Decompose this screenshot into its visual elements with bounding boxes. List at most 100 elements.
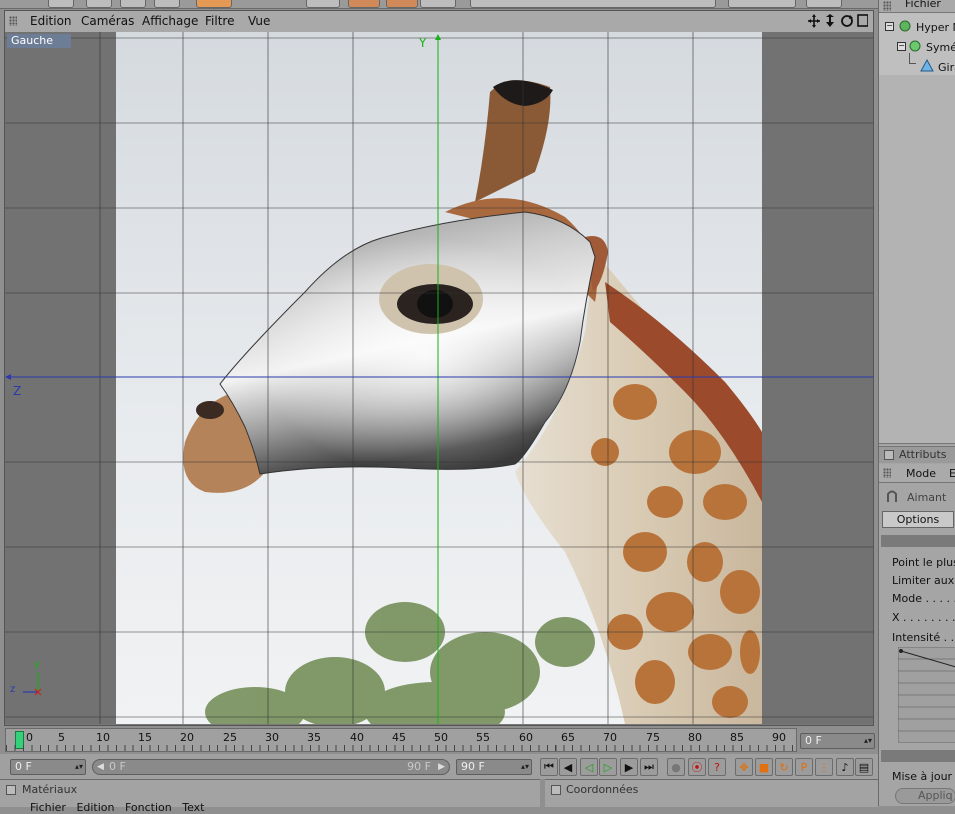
scale-key-icon[interactable]: ■ — [755, 758, 773, 776]
play-backward-icon[interactable]: ◁ — [580, 758, 598, 776]
menu-vue[interactable]: Vue — [248, 14, 270, 28]
apply-button-label: Appliq — [918, 789, 953, 802]
end-frame-value: 90 F — [461, 760, 485, 773]
object-manager-menubar: Fichier — [879, 0, 955, 13]
viewport-camera-label[interactable]: Gauche — [7, 34, 71, 48]
tick-label: 40 — [350, 731, 364, 744]
toolbar-button[interactable] — [154, 0, 180, 8]
tick-label: 45 — [392, 731, 406, 744]
toolbar-group[interactable] — [470, 0, 716, 8]
parameter-key-icon[interactable]: P — [795, 758, 813, 776]
range-right-arrow-icon[interactable]: ▶ — [438, 760, 445, 774]
play-forward-icon[interactable]: ▷ — [599, 758, 617, 776]
tick-label: 5 — [58, 731, 65, 744]
go-to-end-icon[interactable]: ⏭ — [640, 758, 658, 776]
previous-frame-icon[interactable]: ◀ — [559, 758, 577, 776]
3d-viewport[interactable]: Y Z y z — [5, 32, 873, 724]
attributes-menu-edit[interactable]: E — [949, 467, 955, 480]
field-closest-point[interactable]: Point le plus — [892, 556, 955, 569]
materials-menubar[interactable]: Fichier Edition Fonction Text — [30, 801, 204, 814]
current-frame-value: 0 F — [805, 734, 822, 747]
toolbar-button[interactable] — [420, 0, 456, 8]
panel-grip-icon[interactable] — [9, 16, 17, 26]
tick-label: 30 — [265, 731, 279, 744]
record-icon[interactable]: ⦿ — [688, 758, 706, 776]
start-frame-value: 0 F — [15, 760, 32, 773]
tick-label: 0 — [26, 731, 33, 744]
z-axis-label: Z — [13, 384, 22, 398]
toolbar-button[interactable] — [306, 0, 340, 8]
maximize-icon[interactable] — [857, 14, 868, 27]
menu-affichage[interactable]: Affichage — [142, 14, 198, 28]
field-x[interactable]: X . . . . . . . . — [892, 611, 955, 624]
object-item-hypernurbs[interactable]: Hyper N — [916, 21, 955, 34]
menu-cameras[interactable]: Caméras — [81, 14, 134, 28]
viewport-menubar: Edition Caméras Affichage Filtre Vue — [5, 11, 873, 33]
tick-label: 65 — [561, 731, 575, 744]
timeline-ruler[interactable]: 0 5 10 15 20 25 30 35 40 45 50 55 60 65 … — [5, 728, 797, 752]
toolbar-button[interactable] — [86, 0, 112, 8]
help-keyframe-icon[interactable]: ? — [708, 758, 726, 776]
materials-panel: Matériaux Fichier Edition Fonction Text — [0, 779, 540, 814]
tick-label: 85 — [730, 731, 744, 744]
field-limit[interactable]: Limiter aux — [892, 574, 954, 587]
move-key-icon[interactable]: ✥ — [735, 758, 753, 776]
rotate-icon[interactable] — [841, 15, 853, 27]
toolbar-button[interactable] — [120, 0, 146, 8]
panel-checkbox-icon[interactable] — [551, 785, 561, 795]
toolbar-button[interactable] — [386, 0, 418, 8]
toolbar-button[interactable] — [806, 0, 842, 8]
menu-filtre[interactable]: Filtre — [205, 14, 234, 28]
field-mode[interactable]: Mode . . . . . . — [892, 592, 955, 605]
object-manager-menu-fichier[interactable]: Fichier — [905, 0, 941, 10]
field-intensity[interactable]: Intensité . . . — [892, 631, 955, 644]
range-left-arrow-icon[interactable]: ◀ — [97, 760, 104, 774]
apply-button[interactable]: Appliq — [895, 788, 955, 804]
toolbar-button[interactable] — [348, 0, 380, 8]
tab-options-label: Options — [896, 513, 940, 526]
attributes-menu-mode[interactable]: Mode — [906, 467, 936, 480]
attributes-section-bar — [881, 535, 955, 547]
object-item-giraffe[interactable]: Gira — [938, 61, 955, 74]
gizmo-y-label: y — [34, 659, 40, 670]
stepper-arrows-icon[interactable]: ▴▾ — [521, 760, 529, 774]
point-level-icon[interactable]: ⋮ — [815, 758, 833, 776]
object-item-symmetry[interactable]: Symét — [926, 41, 955, 54]
toolbar-button-active[interactable] — [196, 0, 232, 8]
current-frame-field[interactable]: 0 F ▴▾ — [800, 733, 875, 749]
tick-label: 80 — [688, 731, 702, 744]
frame-range-slider[interactable]: ◀ 0 F 90 F ▶ — [92, 759, 450, 775]
symmetry-icon — [909, 40, 921, 52]
record-disabled-icon[interactable]: ● — [667, 758, 685, 776]
tick-label: 35 — [307, 731, 321, 744]
go-to-start-icon[interactable]: ⏮ — [540, 758, 558, 776]
stepper-arrows-icon[interactable]: ▴▾ — [864, 734, 872, 748]
toolbar-button[interactable] — [48, 0, 74, 8]
viewport-nav-icons — [808, 14, 868, 28]
tick-label: 25 — [223, 731, 237, 744]
end-frame-field[interactable]: 90 F ▴▾ — [456, 759, 532, 775]
panel-checkbox-icon[interactable] — [6, 785, 16, 795]
panel-grip-icon[interactable] — [883, 1, 891, 11]
falloff-curve-graph[interactable] — [898, 647, 955, 743]
tree-collapse-icon[interactable]: − — [885, 22, 894, 31]
object-tree: − Hyper N − Symét Gira — [879, 13, 955, 75]
range-start-value: 0 F — [109, 760, 126, 773]
panel-checkbox-icon[interactable] — [884, 450, 894, 460]
y-axis-label: Y — [419, 36, 427, 50]
move-icon[interactable] — [808, 14, 820, 28]
rotate-key-icon[interactable]: ↻ — [775, 758, 793, 776]
menu-edition[interactable]: Edition — [30, 14, 72, 28]
next-frame-icon[interactable]: ▶ — [620, 758, 638, 776]
panel-grip-icon[interactable] — [883, 468, 891, 478]
start-frame-field[interactable]: 0 F ▴▾ — [10, 759, 86, 775]
down-arrow-icon[interactable] — [826, 14, 834, 27]
tab-options[interactable]: Options — [882, 511, 954, 528]
toolbar-group[interactable] — [728, 0, 796, 8]
sound-icon[interactable]: ♪ — [836, 758, 854, 776]
stepper-arrows-icon[interactable]: ▴▾ — [75, 760, 83, 774]
viewport-canvas[interactable] — [5, 32, 873, 724]
polygon-object-icon — [920, 59, 934, 72]
scheme-icon[interactable]: ▤ — [855, 758, 873, 776]
tree-collapse-icon[interactable]: − — [897, 42, 906, 51]
